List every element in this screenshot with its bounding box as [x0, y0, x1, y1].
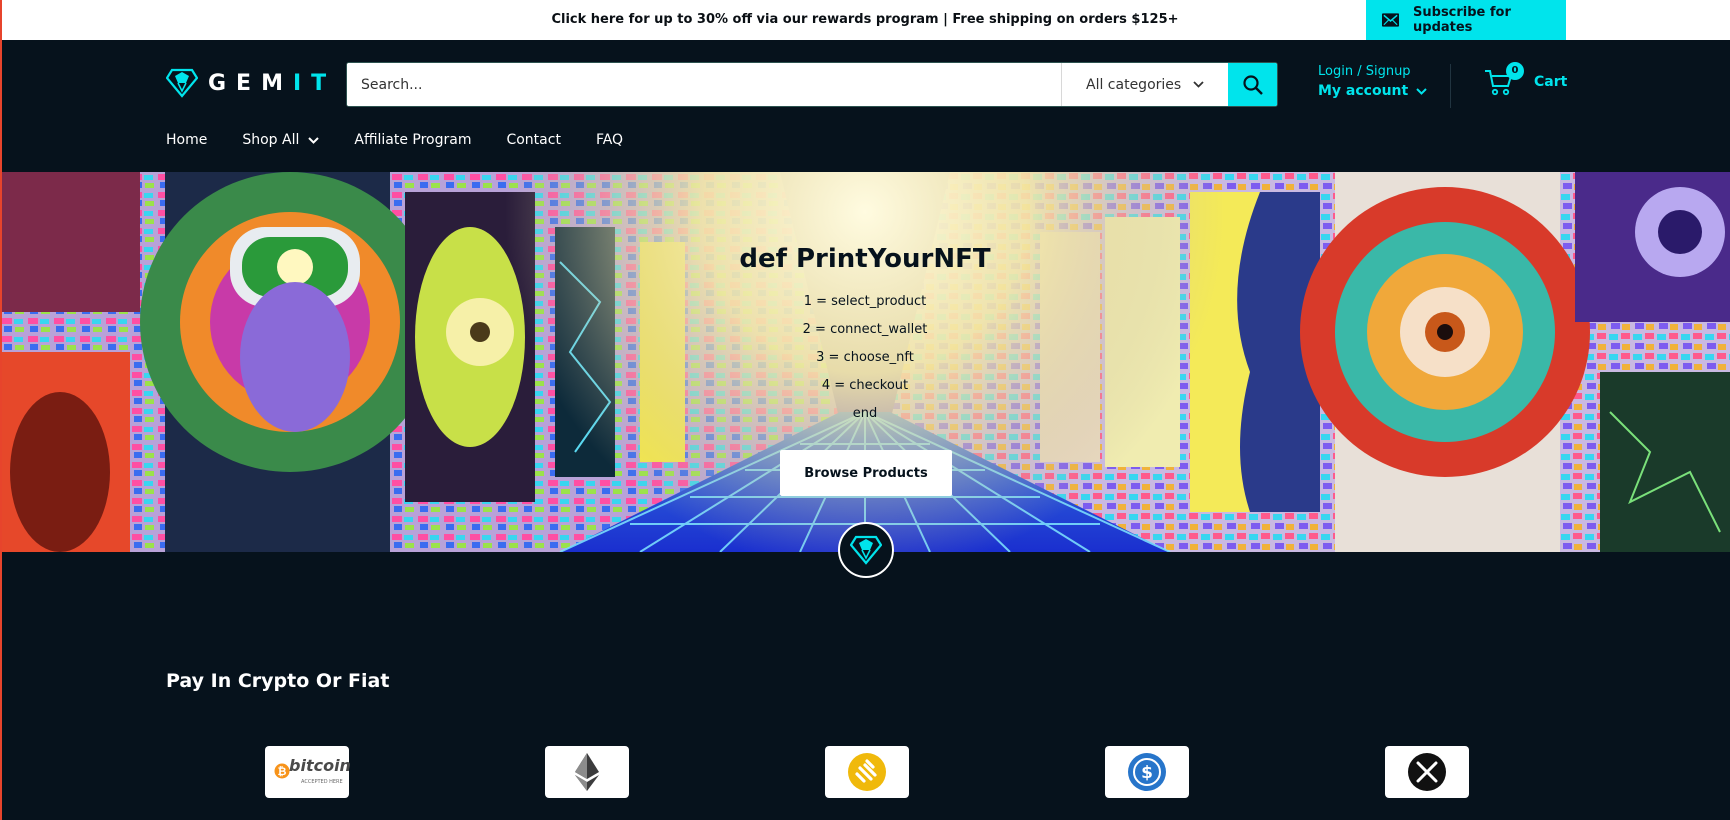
my-account-label: My account [1318, 83, 1409, 99]
xrp-logo [1385, 746, 1469, 798]
bitcoin-logo: ₿ bitcoin ACCEPTED HERE [265, 746, 351, 798]
category-select[interactable]: All categories [1061, 63, 1228, 106]
binance-usd-logo [825, 746, 909, 798]
pay-section-title: Pay In Crypto Or Fiat [166, 670, 390, 692]
cart-count-badge: 0 [1506, 62, 1524, 80]
nav-item-shop-all[interactable]: Shop All [242, 132, 320, 148]
chevron-down-icon [1416, 87, 1427, 95]
chevron-down-icon [308, 136, 320, 144]
search-button[interactable] [1228, 63, 1277, 106]
nav-item-contact[interactable]: Contact [506, 132, 560, 148]
main-nav: Home Shop All Affiliate Program Contact … [166, 132, 658, 148]
bitcoin-accepted-text: ACCEPTED HERE [301, 779, 343, 785]
chevron-down-icon [1193, 81, 1204, 88]
search-bar: All categories [346, 62, 1278, 107]
usdc-logo: $ [1105, 746, 1189, 798]
ethereum-icon [575, 753, 599, 791]
category-select-label: All categories [1086, 76, 1182, 93]
site-header: GEMIT All categories Login / Signup My a… [0, 40, 1730, 172]
nav-item-shop-all-label: Shop All [242, 132, 300, 148]
search-input[interactable] [347, 63, 1061, 106]
hero-steps: 1 = select_product 2 = connect_wallet 3 … [0, 288, 1730, 428]
account-menu: Login / Signup My account [1318, 64, 1427, 99]
gem-logo-icon [166, 68, 198, 98]
search-icon [1242, 74, 1263, 95]
hero-step-line: 3 = choose_nft [816, 350, 914, 365]
binance-usd-icon [848, 753, 886, 791]
hero-text-block: def PrintYourNFT 1 = select_product 2 = … [0, 244, 1730, 428]
usdc-icon: $ [1128, 753, 1166, 791]
hero-step-line: 4 = checkout [821, 378, 909, 393]
cart-label: Cart [1534, 74, 1568, 90]
xrp-icon [1408, 753, 1446, 791]
hero-step-line: 2 = connect_wallet [802, 322, 928, 337]
logo-text: GEMIT [208, 71, 336, 96]
logo[interactable]: GEMIT [166, 68, 336, 98]
announcement-bar: Click here for up to 30% off via our rew… [0, 0, 1730, 40]
svg-text:$: $ [1141, 763, 1153, 783]
nav-item-faq[interactable]: FAQ [596, 132, 623, 148]
header-divider [1450, 64, 1451, 108]
cart-icon: 0 [1484, 62, 1524, 96]
svg-text:₿: ₿ [278, 765, 287, 778]
my-account-dropdown[interactable]: My account [1318, 83, 1427, 99]
browse-products-button[interactable]: Browse Products [780, 450, 952, 496]
nav-item-home[interactable]: Home [166, 132, 207, 148]
left-edge-strip [0, 0, 2, 820]
logo-text-suffix: IT [292, 70, 337, 96]
cart-button[interactable]: 0 Cart [1484, 62, 1568, 96]
hero-banner: def PrintYourNFT 1 = select_product 2 = … [0, 172, 1730, 552]
bitcoin-wordmark: bitcoin [289, 756, 351, 775]
nav-item-affiliate-program[interactable]: Affiliate Program [354, 132, 471, 148]
hero-title: def PrintYourNFT [739, 244, 991, 274]
ethereum-logo [545, 746, 629, 798]
subscribe-button[interactable]: Subscribe for updates [1366, 0, 1566, 40]
mail-icon [1382, 13, 1400, 27]
hero-step-line: 1 = select_product [803, 294, 927, 309]
logo-text-prefix: GEM [208, 70, 293, 96]
hero-step-line: end [852, 406, 878, 421]
login-signup-link[interactable]: Login / Signup [1318, 64, 1427, 79]
subscribe-label: Subscribe for updates [1413, 5, 1511, 35]
payment-logos: ₿ bitcoin ACCEPTED HERE $ [0, 746, 1730, 798]
gem-badge-icon [838, 522, 894, 578]
